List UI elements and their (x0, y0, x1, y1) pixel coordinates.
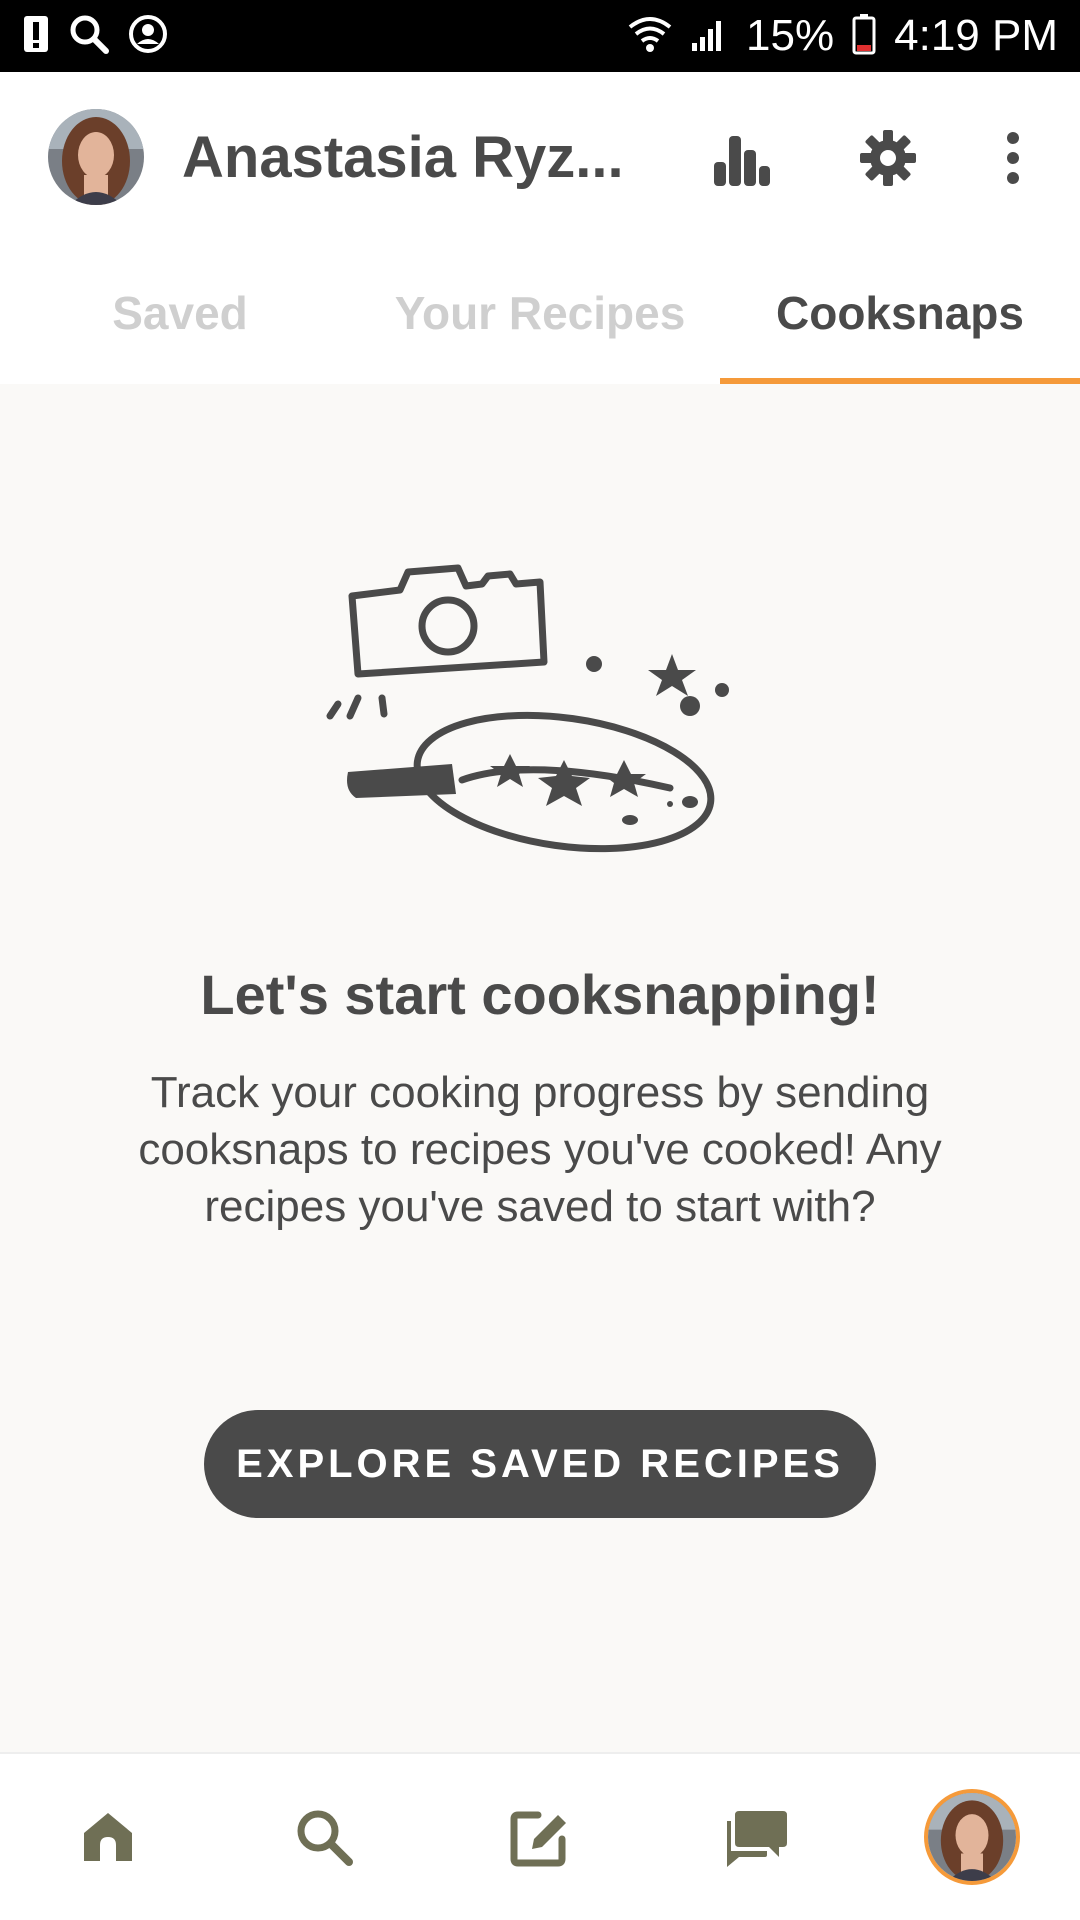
tab-your-recipes[interactable]: Your Recipes (360, 242, 720, 384)
explore-saved-recipes-button[interactable]: EXPLORE SAVED RECIPES (204, 1410, 876, 1518)
profile-avatar[interactable] (902, 1754, 1042, 1920)
profile-name: Anastasia Ryz... (182, 124, 624, 190)
tab-bar: Saved Your Recipes Cooksnaps (0, 242, 1080, 384)
avatar[interactable] (48, 109, 144, 205)
wifi-icon (628, 15, 672, 58)
home-icon[interactable] (38, 1754, 178, 1920)
alert-icon (22, 14, 50, 59)
empty-state-title: Let's start cooksnapping! (200, 963, 880, 1026)
clock: 4:19 PM (894, 11, 1058, 60)
status-bar-left (22, 13, 168, 60)
camera-pan-illustration (320, 544, 760, 889)
tab-cooksnaps[interactable]: Cooksnaps (720, 242, 1080, 384)
stats-icon[interactable] (712, 128, 772, 188)
tab-saved[interactable]: Saved (0, 242, 360, 384)
search-icon[interactable] (254, 1754, 394, 1920)
bottom-navigation (0, 1752, 1080, 1920)
gear-icon[interactable] (858, 128, 918, 188)
empty-state-description: Track your cooking progress by sending c… (138, 1068, 942, 1231)
more-vert-icon[interactable] (998, 128, 1028, 188)
signal-icon (690, 15, 728, 58)
search-icon (68, 13, 110, 60)
account-circle-icon (128, 14, 168, 59)
battery-percent: 15% (746, 11, 835, 60)
edit-icon[interactable] (470, 1754, 610, 1920)
chat-icon[interactable] (686, 1754, 826, 1920)
cooksnaps-empty-state: Let's start cooksnapping! Track your coo… (0, 384, 1080, 1752)
status-bar-right: 15% 4:19 PM (628, 11, 1058, 61)
profile-header: Anastasia Ryz... (0, 72, 1080, 242)
battery-icon (852, 13, 876, 60)
status-bar: 15% 4:19 PM (0, 0, 1080, 72)
